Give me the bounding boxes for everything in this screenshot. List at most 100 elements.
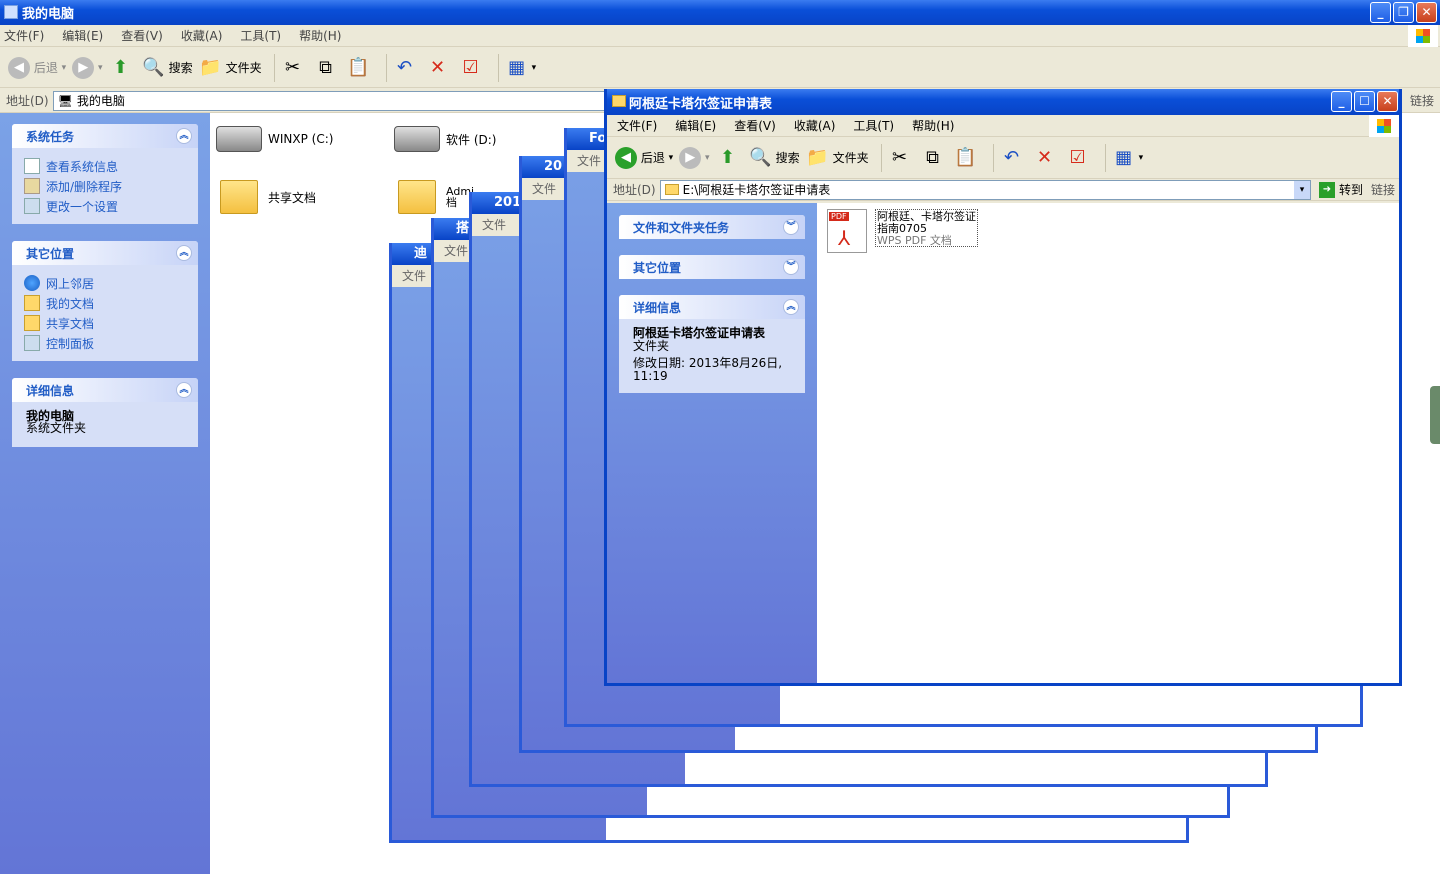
front-links-button[interactable]: 链接: [1371, 181, 1395, 198]
menu-help[interactable]: 帮助(H): [299, 27, 341, 44]
front-copy-button[interactable]: ⧉: [921, 146, 948, 170]
scissors-icon: ✂: [892, 147, 908, 168]
front-forward-button[interactable]: ▶ ▾: [679, 146, 710, 169]
address-value: 我的电脑: [76, 94, 125, 108]
menu-view[interactable]: 查看(V): [121, 27, 163, 44]
front-views-button[interactable]: ▦ ▾: [1112, 146, 1143, 170]
collapse-chevron-icon[interactable]: ︽: [783, 299, 799, 315]
copy-button[interactable]: ⧉: [314, 56, 341, 80]
system-tasks-panel: 系统任务 ︽ 查看系统信息 添加/删除程序 更改一个设置: [12, 124, 198, 224]
front-close-button[interactable]: ✕: [1377, 91, 1398, 112]
expand-chevron-icon[interactable]: ︾: [783, 219, 799, 235]
shared-docs-folder[interactable]: 共享文档: [220, 180, 316, 214]
task-change-setting[interactable]: 更改一个设置: [24, 196, 186, 216]
front-other-places-title: 其它位置: [633, 260, 682, 275]
front-menu-file[interactable]: 文件(F): [617, 117, 657, 134]
front-folders-button[interactable]: 📁 文件夹: [806, 146, 868, 170]
front-cut-button[interactable]: ✂: [888, 146, 915, 170]
folder-icon: [220, 180, 258, 214]
task-view-system-info[interactable]: 查看系统信息: [24, 156, 186, 176]
pdf-file-type: WPS PDF 文档: [877, 234, 952, 247]
undo-button[interactable]: ↶: [393, 56, 420, 80]
links-button[interactable]: 链接: [1410, 92, 1434, 109]
place-shared-documents[interactable]: 共享文档: [24, 313, 186, 333]
file-tasks-panel[interactable]: 文件和文件夹任务 ︾: [619, 215, 805, 239]
task-add-remove-programs[interactable]: 添加/删除程序: [24, 176, 186, 196]
properties-button[interactable]: ☑: [459, 56, 486, 80]
copy-icon: ⧉: [319, 57, 333, 78]
system-info-icon: [24, 158, 40, 174]
front-search-button[interactable]: 🔍 搜索: [749, 146, 799, 170]
up-folder-button[interactable]: ⬆: [109, 56, 136, 80]
cut-button[interactable]: ✂: [281, 56, 308, 80]
front-menu-edit[interactable]: 编辑(E): [675, 117, 716, 134]
restore-button[interactable]: ❐: [1393, 2, 1414, 23]
collapse-chevron-icon[interactable]: ︽: [176, 128, 192, 144]
front-paste-button[interactable]: 📋: [954, 146, 981, 170]
folders-icon: 📁: [806, 147, 829, 168]
up-folder-icon: ⬆: [113, 57, 129, 78]
properties-icon: ☑: [1069, 147, 1086, 168]
front-titlebar: 阿根廷卡塔尔签证申请表 _ ☐ ✕: [607, 89, 1399, 115]
add-remove-icon: [24, 178, 40, 194]
go-arrow-icon: ➜: [1318, 181, 1335, 198]
control-panel-icon: [24, 335, 40, 351]
menu-file[interactable]: 文件(F): [4, 27, 44, 44]
menu-edit[interactable]: 编辑(E): [62, 27, 103, 44]
front-menu-tools[interactable]: 工具(T): [853, 117, 894, 134]
address-label: 地址(D): [6, 94, 49, 108]
dropdown-arrow-icon[interactable]: ▾: [1293, 180, 1310, 199]
pdf-file-item[interactable]: PDF ⅄ 阿根廷、卡塔尔签证 指南0705 WPS PDF 文档: [827, 209, 978, 253]
main-titlebar: 我的电脑: [0, 0, 1440, 25]
up-folder-icon: ⬆: [720, 147, 736, 168]
side-edge-tab[interactable]: [1430, 386, 1440, 444]
go-button[interactable]: ➜ 转到: [1318, 181, 1363, 198]
menu-tools[interactable]: 工具(T): [240, 27, 281, 44]
paste-icon: 📋: [347, 57, 370, 78]
main-menubar: 文件(F) 编辑(E) 查看(V) 收藏(A) 工具(T) 帮助(H): [0, 25, 1440, 47]
front-address-input[interactable]: E:\阿根廷卡塔尔签证申请表 ▾: [659, 179, 1311, 200]
front-menu-view[interactable]: 查看(V): [734, 117, 776, 134]
front-undo-button[interactable]: ↶: [1000, 146, 1027, 170]
drive-c[interactable]: WINXP (C:): [216, 126, 333, 152]
paste-button[interactable]: 📋: [347, 56, 374, 80]
front-maximize-button[interactable]: ☐: [1354, 91, 1375, 112]
front-menu-favorites[interactable]: 收藏(A): [794, 117, 836, 134]
place-network[interactable]: 网上邻居: [24, 273, 186, 293]
paste-icon: 📋: [954, 147, 977, 168]
hard-drive-icon: [216, 126, 262, 152]
menu-favorites[interactable]: 收藏(A): [181, 27, 223, 44]
views-button[interactable]: ▦ ▾: [505, 56, 536, 80]
pdf-file-icon: PDF ⅄: [827, 209, 867, 253]
back-button[interactable]: ◀ 后退 ▾: [8, 56, 66, 79]
system-tasks-title: 系统任务: [26, 129, 75, 144]
forward-button[interactable]: ▶ ▾: [72, 56, 103, 79]
place-my-documents[interactable]: 我的文档: [24, 293, 186, 313]
front-menu-help[interactable]: 帮助(H): [912, 117, 954, 134]
expand-chevron-icon[interactable]: ︾: [783, 259, 799, 275]
front-details-type: 文件夹: [633, 339, 670, 353]
front-back-button[interactable]: ◀ 后退 ▾: [615, 146, 673, 169]
front-address-bar: 地址(D) E:\阿根廷卡塔尔签证申请表 ▾ ➜ 转到 链接: [607, 179, 1399, 201]
place-control-panel[interactable]: 控制面板: [24, 333, 186, 353]
undo-icon: ↶: [397, 57, 413, 78]
drive-d[interactable]: 软件 (D:): [394, 126, 496, 152]
close-button[interactable]: ✕: [1416, 2, 1437, 23]
delete-button[interactable]: ✕: [426, 56, 453, 80]
front-other-places-panel[interactable]: 其它位置 ︾: [619, 255, 805, 279]
front-properties-button[interactable]: ☑: [1066, 146, 1093, 170]
front-minimize-button[interactable]: _: [1331, 91, 1352, 112]
collapse-chevron-icon[interactable]: ︽: [176, 245, 192, 261]
collapse-chevron-icon[interactable]: ︽: [176, 382, 192, 398]
front-up-folder-button[interactable]: ⬆: [716, 146, 743, 170]
main-title: 我的电脑: [22, 7, 75, 22]
front-address-label: 地址(D): [613, 183, 656, 197]
folders-button[interactable]: 📁 文件夹: [199, 56, 261, 80]
network-icon: [24, 275, 40, 291]
hard-drive-icon: [394, 126, 440, 152]
search-button[interactable]: 🔍 搜索: [142, 56, 192, 80]
my-computer-icon: [4, 5, 18, 19]
front-delete-button[interactable]: ✕: [1033, 146, 1060, 170]
front-body: 文件和文件夹任务 ︾ 其它位置 ︾ 详细信息 ︽ 阿根廷卡塔尔签证申请表 文件夹 修改…: [607, 203, 1399, 683]
minimize-button[interactable]: _: [1370, 2, 1391, 23]
